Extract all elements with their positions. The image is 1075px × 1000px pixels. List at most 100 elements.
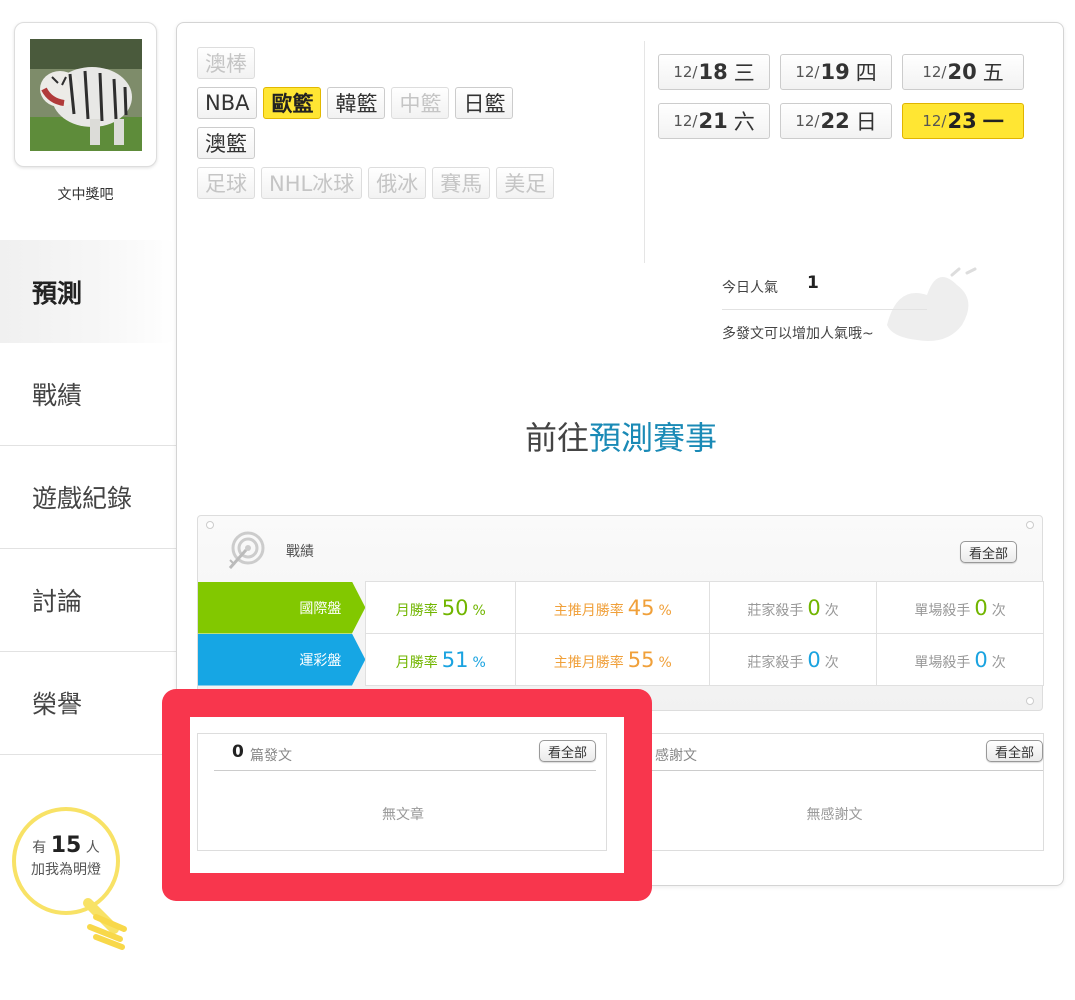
date-button[interactable]: 12/21 六	[658, 103, 770, 139]
posts-empty-text: 無文章	[382, 807, 424, 823]
sport-row: 澳棒	[197, 47, 637, 79]
monthly-win-rate-cell: 月勝率 51%	[365, 633, 517, 686]
posts-header: 0 篇發文 看全部	[214, 734, 596, 771]
thanks-view-all-button[interactable]: 看全部	[985, 740, 1043, 762]
go-predict-link[interactable]: 前往預測賽事	[177, 413, 1065, 459]
sport-tab[interactable]: 澳棒	[197, 47, 255, 79]
stat-value: 50	[441, 595, 469, 620]
stat-unit: %	[472, 602, 486, 619]
sport-tab[interactable]: 美足	[496, 167, 555, 199]
sidebar-item-discussion[interactable]: 討論	[0, 549, 176, 652]
stat-label: 月勝率	[395, 654, 438, 671]
date-day: 21	[698, 109, 728, 133]
fan-badge[interactable]: 有 15 人 加我為明燈	[10, 805, 132, 955]
date-month: 12/	[922, 112, 947, 130]
stat-label: 單場殺手	[914, 654, 971, 671]
popularity-hint: 多發文可以增加人氣哦~	[722, 326, 874, 342]
main-panel: 澳棒 NBA 歐籃 韓籃 中籃 日籃 澳籃 足球 NHL冰球 俄冰 賽馬 美足 12/18 三 12/19…	[176, 22, 1064, 886]
sport-tab[interactable]: 歐籃	[263, 87, 322, 119]
stat-label: 莊家殺手	[747, 654, 804, 671]
stat-value: 0	[974, 647, 988, 672]
date-day: 20	[947, 60, 977, 84]
sport-tab[interactable]: 韓籃	[327, 87, 386, 119]
date-button[interactable]: 12/23 一	[902, 103, 1024, 139]
fan-caption: 加我為明燈	[31, 862, 101, 878]
sport-row: 澳籃	[197, 127, 637, 159]
market-label: 國際盤	[198, 581, 366, 634]
target-icon	[228, 531, 265, 569]
stat-unit: 次	[991, 602, 1006, 619]
stat-value: 0	[974, 595, 988, 620]
stat-unit: %	[472, 654, 486, 671]
stats-table: 國際盤 月勝率 50% 主推月勝率 45% 莊家殺手 0 次單場殺手 0 次運彩盤 月勝率 51% 主推…	[198, 581, 1044, 686]
stats-row: 國際盤 月勝率 50% 主推月勝率 45% 莊家殺手 0 次單場殺手 0 次	[198, 581, 1044, 634]
stats-header: 戰績 看全部	[198, 516, 1042, 581]
market-cell: 運彩盤	[198, 633, 366, 686]
popularity-value: 1	[807, 273, 819, 293]
date-selector: 12/18 三 12/19 四 12/20 五 12/21 六 12/22 日 12/23 一	[658, 54, 1038, 139]
sports-menu: 澳棒 NBA 歐籃 韓籃 中籃 日籃 澳籃 足球 NHL冰球 俄冰 賽馬 美足	[197, 47, 637, 207]
stat-value: 55	[627, 647, 655, 672]
main-pick-win-rate-cell: 主推月勝率 45%	[515, 581, 711, 634]
stat-unit: 次	[824, 602, 839, 619]
thanks-header: 感謝文 看全部	[625, 734, 1043, 771]
sidebar-item-honor[interactable]: 榮譽	[0, 652, 176, 755]
date-month: 12/	[795, 112, 820, 130]
avatar	[29, 38, 142, 151]
sidebar-nav: 預測 戰績 遊戲紀錄 討論 榮譽	[0, 240, 176, 755]
stat-unit: 次	[991, 654, 1006, 671]
posts-label: 篇發文	[250, 748, 292, 764]
date-weekday: 六	[733, 110, 755, 134]
sport-tab[interactable]: 俄冰	[368, 167, 427, 199]
stat-value: 51	[441, 647, 469, 672]
fan-count-text: 有 15 人 加我為明燈	[10, 835, 122, 881]
stat-unit: 次	[824, 654, 839, 671]
stat-label: 單場殺手	[914, 602, 971, 619]
bookie-killer-cell: 莊家殺手 0 次	[709, 633, 878, 686]
date-button[interactable]: 12/19 四	[780, 54, 892, 90]
date-button[interactable]: 12/22 日	[780, 103, 892, 139]
single-game-killer-cell: 單場殺手 0 次	[876, 633, 1044, 686]
market-cell: 國際盤	[198, 581, 366, 634]
sport-tab[interactable]: NHL冰球	[261, 167, 363, 199]
thanks-panel: 感謝文 看全部 無感謝文	[625, 733, 1044, 851]
stat-label: 主推月勝率	[553, 602, 624, 619]
stats-view-all-button[interactable]: 看全部	[959, 541, 1017, 563]
sport-tab[interactable]: 足球	[197, 167, 255, 199]
date-button[interactable]: 12/18 三	[658, 54, 770, 90]
market-label: 運彩盤	[198, 633, 366, 686]
sport-row: NBA 歐籃 韓籃 中籃 日籃	[197, 87, 637, 119]
stats-panel: 戰績 看全部 國際盤 月勝率 50% 主推月勝率 45% 莊家殺手 0 次單場殺手 0 次運彩盤月…	[197, 515, 1044, 711]
posts-view-all-button[interactable]: 看全部	[538, 740, 596, 762]
fan-prefix: 有	[32, 840, 47, 856]
sidebar-item-record[interactable]: 戰績	[0, 343, 176, 446]
date-weekday: 日	[855, 110, 877, 134]
sport-tab[interactable]: NBA	[197, 87, 258, 119]
sidebar-item-label: 預測	[32, 278, 83, 308]
stat-value: 45	[627, 595, 655, 620]
sidebar-item-label: 討論	[32, 587, 83, 616]
date-button[interactable]: 12/20 五	[902, 54, 1024, 90]
sidebar-item-label: 榮譽	[32, 690, 83, 719]
sport-tab[interactable]: 賽馬	[432, 167, 491, 199]
date-weekday: 三	[733, 61, 755, 85]
posts-panel: 0 篇發文 看全部 無文章	[197, 733, 607, 851]
avatar-card[interactable]	[14, 22, 157, 167]
date-weekday: 一	[982, 110, 1004, 134]
stat-label: 主推月勝率	[553, 654, 624, 671]
sport-tab[interactable]: 日籃	[455, 87, 514, 119]
thanks-label: 感謝文	[655, 748, 697, 764]
cta-highlight: 預測賽事	[589, 419, 718, 457]
sport-tab[interactable]: 澳籃	[197, 127, 255, 159]
main-pick-win-rate-cell: 主推月勝率 55%	[515, 633, 711, 686]
date-day: 23	[947, 109, 977, 133]
sidebar-item-game-history[interactable]: 遊戲紀錄	[0, 446, 176, 549]
popularity-divider	[722, 309, 927, 310]
popularity-deco-icon	[887, 267, 977, 341]
date-month: 12/	[922, 63, 947, 81]
sidebar-item-prediction[interactable]: 預測	[0, 240, 176, 343]
sport-tab[interactable]: 中籃	[391, 87, 450, 119]
stat-unit: %	[658, 654, 672, 671]
menu-divider	[644, 41, 645, 263]
popularity-label: 今日人氣	[722, 280, 778, 296]
